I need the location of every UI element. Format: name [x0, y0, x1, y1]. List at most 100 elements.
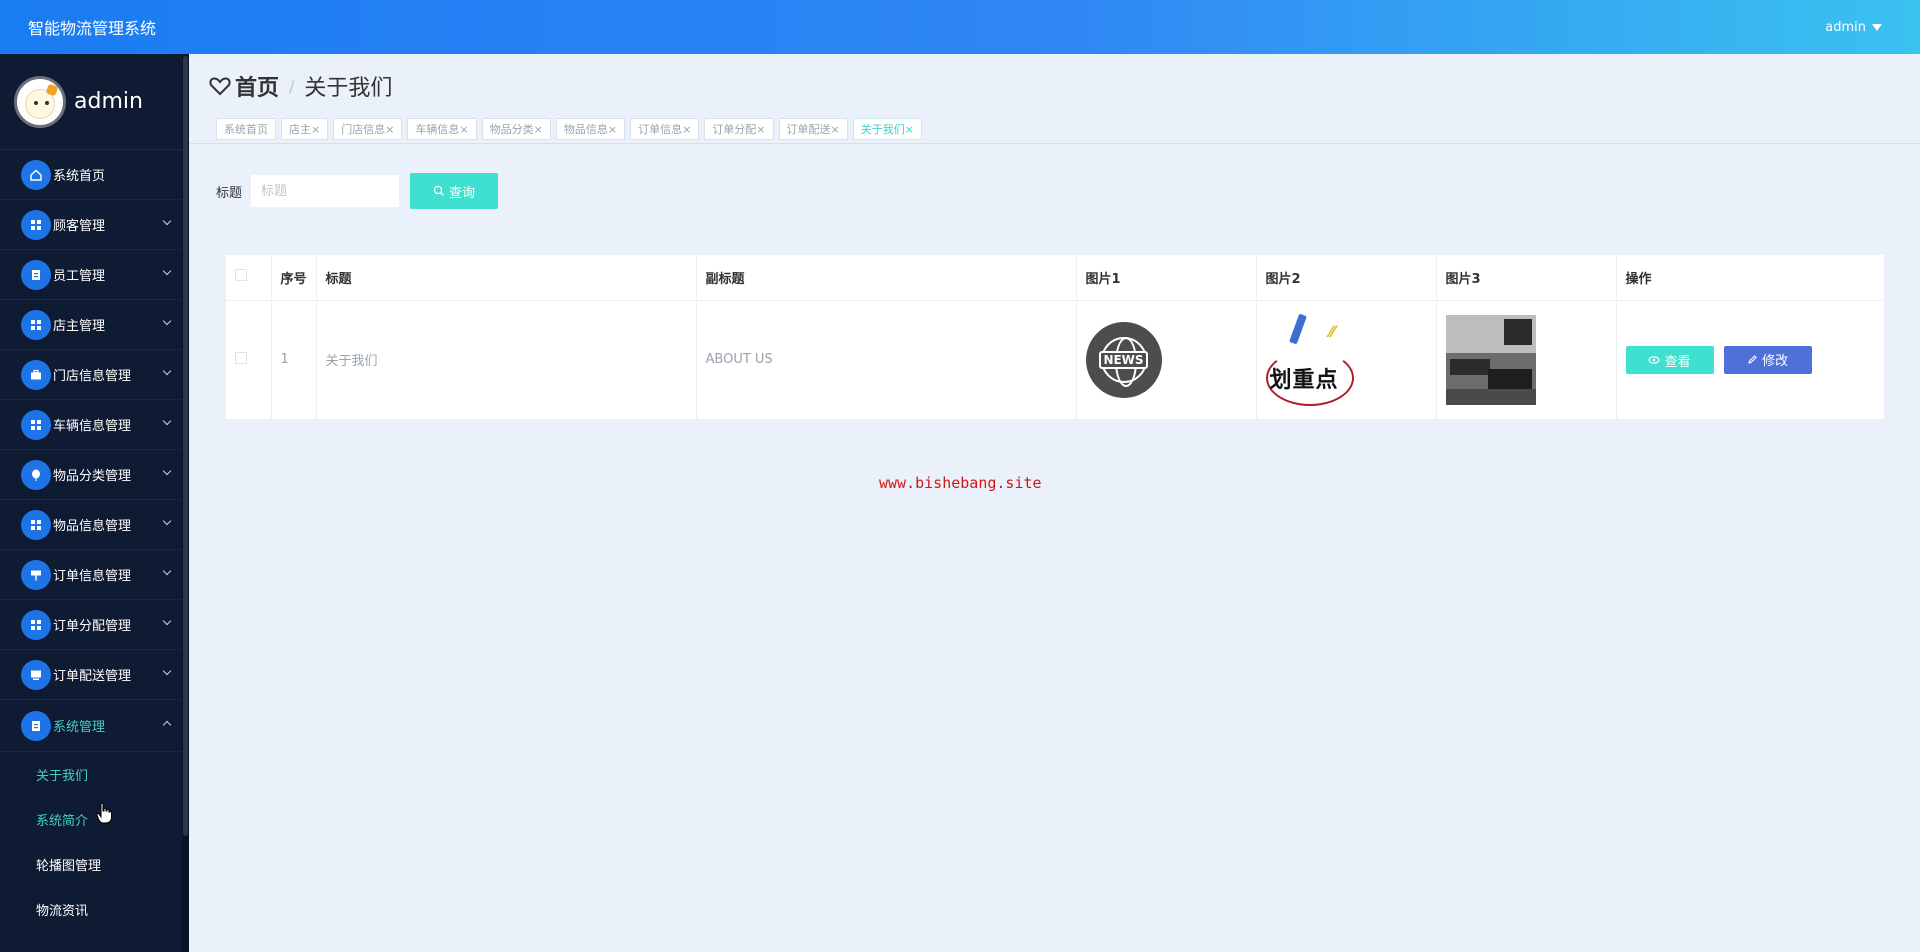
eye-icon [1648, 356, 1661, 364]
column-header: 标题 [316, 255, 697, 301]
sidebar-item-label: 订单信息管理 [53, 569, 132, 584]
search-button[interactable]: 查询 [410, 173, 499, 209]
sidebar-item-customers[interactable]: 顾客管理 [0, 200, 189, 250]
app-title: 智能物流管理系统 [28, 19, 157, 38]
key-point-image: ⁄⁄ 划重点 [1265, 313, 1358, 406]
chevron-down-icon [162, 416, 172, 426]
chevron-up-icon [162, 720, 172, 730]
sidebar-item-owners[interactable]: 店主管理 [0, 300, 189, 350]
sidebar-item-categories[interactable]: 物品分类管理 [0, 450, 189, 500]
grid-icon [21, 309, 51, 340]
tab-goods[interactable]: 物品信息× [555, 118, 626, 140]
breadcrumb-current: 关于我们 [304, 76, 393, 101]
sidebar-item-assignments[interactable]: 订单分配管理 [0, 600, 189, 650]
sidebar-scroll-thumb[interactable] [183, 56, 188, 836]
tab-bar: 系统首页 店主× 门店信息× 车辆信息× 物品分类× 物品信息× 订单信息× 订… [216, 118, 922, 140]
watermark-text: www.bishebang.site [879, 474, 1042, 492]
grid-icon [21, 409, 51, 440]
grid-icon [21, 209, 51, 240]
chevron-down-icon [162, 666, 172, 676]
tab-stores[interactable]: 门店信息× [333, 118, 403, 140]
heart-icon [209, 77, 231, 96]
hand-cursor-icon [96, 802, 112, 824]
tab-owners[interactable]: 店主× [281, 118, 329, 140]
tab-assignments[interactable]: 订单分配× [704, 118, 774, 140]
sidebar-subitem-news[interactable]: 物流资讯 [0, 887, 189, 932]
tab-delivery[interactable]: 订单配送× [778, 118, 848, 140]
breadcrumb-home-label: 首页 [235, 76, 280, 101]
select-all-checkbox[interactable] [235, 269, 247, 282]
sidebar-item-staff[interactable]: 员工管理 [0, 250, 189, 300]
caret-down-icon [1872, 23, 1882, 31]
page-header: 首页 / 关于我们 系统首页 店主× 门店信息× 车辆信息× 物品分类× 物品信… [189, 54, 1920, 144]
pencil-icon [1748, 355, 1757, 364]
clipboard-icon [21, 710, 51, 741]
view-button-label: 查看 [1664, 354, 1691, 370]
sidebar-item-vehicles[interactable]: 车辆信息管理 [0, 400, 189, 450]
sidebar-subitem-carousel[interactable]: 轮播图管理 [0, 842, 189, 887]
header-select-all [226, 255, 272, 301]
sidebar-item-label: 系统管理 [53, 720, 106, 735]
row-image1-cell: NEWS [1076, 300, 1257, 419]
sidebar-item-stores[interactable]: 门店信息管理 [0, 350, 189, 400]
sidebar-item-orders[interactable]: 订单信息管理 [0, 550, 189, 600]
column-header: 副标题 [696, 255, 1077, 301]
row-select-cell [226, 300, 272, 419]
sign-icon [21, 559, 51, 590]
row-index: 1 [271, 300, 317, 419]
chevron-down-icon [162, 566, 172, 576]
breadcrumb: 首页 / 关于我们 [209, 70, 392, 102]
sidebar-item-home[interactable]: 系统首页 [0, 150, 189, 200]
sidebar-item-label: 员工管理 [53, 269, 106, 284]
key-point-image-text: 划重点 [1269, 367, 1339, 393]
row-subtitle: ABOUT US [696, 300, 1077, 419]
sidebar-item-goods[interactable]: 物品信息管理 [0, 500, 189, 550]
balloon-icon [21, 459, 51, 490]
sidebar-subitem-intro[interactable]: 系统简介 [0, 797, 189, 842]
row-image2-cell: ⁄⁄ 划重点 [1256, 300, 1437, 419]
tab-system-home[interactable]: 系统首页 [216, 118, 276, 140]
tab-vehicles[interactable]: 车辆信息× [407, 118, 477, 140]
sidebar-item-delivery[interactable]: 订单配送管理 [0, 650, 189, 700]
column-header: 操作 [1616, 255, 1884, 301]
view-button[interactable]: 查看 [1625, 346, 1714, 374]
news-image: NEWS [1085, 321, 1162, 398]
column-header: 图片2 [1256, 255, 1437, 301]
sidebar-item-label: 店主管理 [53, 319, 106, 334]
edit-button[interactable]: 修改 [1723, 345, 1812, 374]
sidebar-item-label: 顾客管理 [53, 219, 106, 234]
row-checkbox[interactable] [235, 351, 247, 364]
sidebar-item-label: 订单配送管理 [53, 669, 132, 684]
row-image3-cell [1436, 300, 1617, 419]
chevron-down-icon [162, 366, 172, 376]
row-title: 关于我们 [316, 300, 697, 419]
sidebar-scrollbar[interactable] [182, 54, 189, 952]
table-header-row: 序号 标题 副标题 图片1 图片2 图片3 操作 [226, 255, 1884, 301]
breadcrumb-separator: / [289, 76, 295, 96]
tab-orders[interactable]: 订单信息× [630, 118, 700, 140]
search-label: 标题 [216, 185, 243, 201]
column-header: 序号 [271, 255, 317, 301]
sidebar-subitem-about[interactable]: 关于我们 [0, 752, 189, 797]
grid-icon [21, 509, 51, 540]
news-image-text: NEWS [1099, 350, 1148, 369]
office-photo-image [1445, 314, 1536, 405]
sidebar-item-label: 物品信息管理 [53, 519, 132, 534]
data-table: 序号 标题 副标题 图片1 图片2 图片3 操作 1 关于我们 ABOUT US [226, 255, 1884, 419]
search-bar: 标题 查询 [216, 173, 499, 209]
clipboard-icon [21, 259, 51, 290]
briefcase-icon [21, 359, 51, 390]
sidebar-item-label: 车辆信息管理 [53, 419, 132, 434]
search-input[interactable] [250, 174, 401, 208]
search-button-label: 查询 [449, 185, 476, 201]
breadcrumb-home[interactable]: 首页 [209, 70, 279, 102]
sidebar: admin 系统首页 顾客管理 员工管理 店主管理 门店信息管理 车辆信息管理 … [0, 54, 189, 952]
tab-categories[interactable]: 物品分类× [481, 118, 551, 140]
chevron-down-icon [162, 266, 172, 276]
user-menu[interactable]: admin [1825, 20, 1882, 35]
table-row: 1 关于我们 ABOUT US NEWS ⁄⁄ 划重点 查看 修改 [226, 300, 1884, 419]
sidebar-item-system[interactable]: 系统管理 [0, 700, 189, 752]
tab-about[interactable]: 关于我们× [852, 118, 922, 140]
row-actions: 查看 修改 [1616, 300, 1884, 419]
column-header: 图片3 [1436, 255, 1617, 301]
